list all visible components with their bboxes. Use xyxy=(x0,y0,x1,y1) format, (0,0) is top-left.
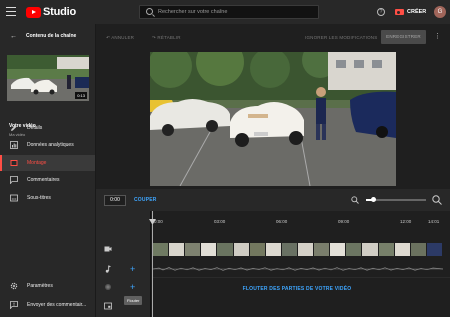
sidebar-item-label: Commentaires xyxy=(27,177,60,183)
create-label: CRÉER xyxy=(407,9,427,15)
gear-icon xyxy=(10,282,18,290)
filmstrip-frame xyxy=(249,243,266,256)
filmstrip-frame xyxy=(362,243,379,256)
filmstrip-frame xyxy=(217,243,234,256)
sidebar-item-editor[interactable]: Montage xyxy=(0,155,95,171)
timeline: + + Flouter 0:00 03:00 06:00 09:00 12:00… xyxy=(96,211,450,317)
search-input[interactable] xyxy=(158,6,313,18)
editor-controls: 0:00 COUPER xyxy=(96,189,450,211)
filmstrip-frame xyxy=(297,243,315,256)
sidebar-item-label: Sous-titres xyxy=(27,195,51,201)
feedback-icon xyxy=(10,301,18,309)
video-frame xyxy=(150,52,396,186)
more-options-icon[interactable]: ⋮ xyxy=(434,33,441,40)
create-button[interactable]: CRÉER xyxy=(395,7,426,17)
sidebar-item-label: Paramètres xyxy=(27,283,53,289)
filmstrip-frame xyxy=(185,243,202,256)
filmstrip-frame xyxy=(426,243,443,256)
zoom-slider-handle[interactable] xyxy=(370,197,376,202)
avatar[interactable]: G xyxy=(434,6,446,18)
hamburger-menu-icon[interactable] xyxy=(6,7,16,16)
music-note-icon xyxy=(105,265,111,273)
time-ruler[interactable]: 0:00 03:00 06:00 09:00 12:00 14:01 xyxy=(152,211,450,231)
sidebar-item-analytics[interactable]: Données analytiques xyxy=(0,137,95,153)
tooltip: Flouter xyxy=(124,296,143,305)
sidebar-item-subtitles[interactable]: Sous-titres xyxy=(0,190,95,206)
sidebar-item-label: Données analytiques xyxy=(27,142,74,148)
editor-panel: ↶ ANNULER ↷ RÉTABLIR IGNORER LES MODIFIC… xyxy=(96,24,450,317)
sidebar-item-label: Détails xyxy=(27,125,43,131)
undo-button[interactable]: ↶ ANNULER xyxy=(106,35,134,41)
add-audio-icon[interactable]: + xyxy=(130,265,135,274)
track-controls: + + Flouter xyxy=(96,211,151,317)
top-bar: Studio ? CRÉER G xyxy=(0,0,450,24)
comments-icon xyxy=(10,176,18,184)
logo-text: Studio xyxy=(43,6,77,18)
search-box[interactable] xyxy=(139,5,319,19)
filmstrip-frame xyxy=(314,243,331,256)
filmstrip-frame xyxy=(201,243,218,256)
filmstrip-frame xyxy=(265,243,282,256)
audio-waveform[interactable] xyxy=(153,264,443,274)
sidebar-item-comments[interactable]: Commentaires xyxy=(0,172,95,188)
filmstrip-frame xyxy=(153,243,170,256)
redo-label: RÉTABLIR xyxy=(157,35,181,40)
zoom-in-icon[interactable] xyxy=(432,195,442,205)
tick-label: 14:01 xyxy=(428,219,440,224)
studio-logo[interactable]: Studio xyxy=(26,6,76,18)
sidebar-item-feedback[interactable]: Envoyer des commentair... xyxy=(0,297,95,313)
playhead[interactable] xyxy=(152,211,153,317)
save-button[interactable]: ENREGISTRER xyxy=(381,30,426,44)
video-filmstrip[interactable] xyxy=(153,243,443,256)
filmstrip-frame xyxy=(233,243,250,256)
sidebar-item-settings[interactable]: Paramètres xyxy=(0,278,95,294)
analytics-icon xyxy=(10,141,18,149)
filmstrip-frame xyxy=(346,243,363,256)
search-icon[interactable] xyxy=(146,8,153,15)
tick-label: 09:00 xyxy=(338,219,350,224)
back-arrow-icon[interactable]: ← xyxy=(10,33,17,40)
track-divider xyxy=(152,277,450,278)
zoom-slider[interactable] xyxy=(366,197,426,202)
filmstrip-frame xyxy=(330,243,347,256)
tick-label: 03:00 xyxy=(214,219,226,224)
pencil-icon xyxy=(11,125,17,131)
sidebar-item-details[interactable]: Détails xyxy=(0,120,95,136)
redo-button[interactable]: ↷ RÉTABLIR xyxy=(152,35,181,41)
thumbnail-duration: 0:13 xyxy=(75,92,87,99)
help-icon[interactable]: ? xyxy=(377,8,385,16)
filmstrip-frame xyxy=(281,243,298,256)
sidebar-item-label: Montage xyxy=(27,160,47,166)
channel-content-title[interactable]: Contenu de la chaîne xyxy=(26,33,76,39)
undo-label: ANNULER xyxy=(111,35,135,40)
playhead-handle[interactable] xyxy=(149,219,156,224)
filmstrip-frame xyxy=(410,243,427,256)
cut-button[interactable]: COUPER xyxy=(134,197,157,203)
sidebar: ← Contenu de la chaîne 0:13 Votre vidéo … xyxy=(0,24,96,317)
zoom-out-icon[interactable] xyxy=(351,196,359,204)
end-screen-icon xyxy=(104,302,112,310)
sidebar-item-label: Envoyer des commentair... xyxy=(27,302,87,308)
video-thumbnail[interactable]: 0:13 xyxy=(7,55,89,101)
video-player[interactable] xyxy=(150,52,396,186)
tick-label: 06:00 xyxy=(276,219,288,224)
timecode-field[interactable]: 0:00 xyxy=(104,195,126,206)
discard-changes-button[interactable]: IGNORER LES MODIFICATIONS xyxy=(305,35,377,40)
youtube-logo-icon xyxy=(26,6,41,18)
subtitles-icon xyxy=(10,194,18,202)
film-editor-icon xyxy=(10,160,18,166)
tick-label: 12:00 xyxy=(400,219,412,224)
video-track-icon xyxy=(104,246,112,252)
filmstrip-frame xyxy=(378,243,395,256)
blur-icon xyxy=(105,284,111,290)
filmstrip-frame xyxy=(169,243,186,256)
add-blur-icon[interactable]: + xyxy=(130,283,135,292)
blur-parts-button[interactable]: FLOUTER DES PARTIES DE VOTRE VIDÉO xyxy=(152,286,442,292)
video-camera-icon xyxy=(395,9,404,15)
filmstrip-frame xyxy=(394,243,411,256)
